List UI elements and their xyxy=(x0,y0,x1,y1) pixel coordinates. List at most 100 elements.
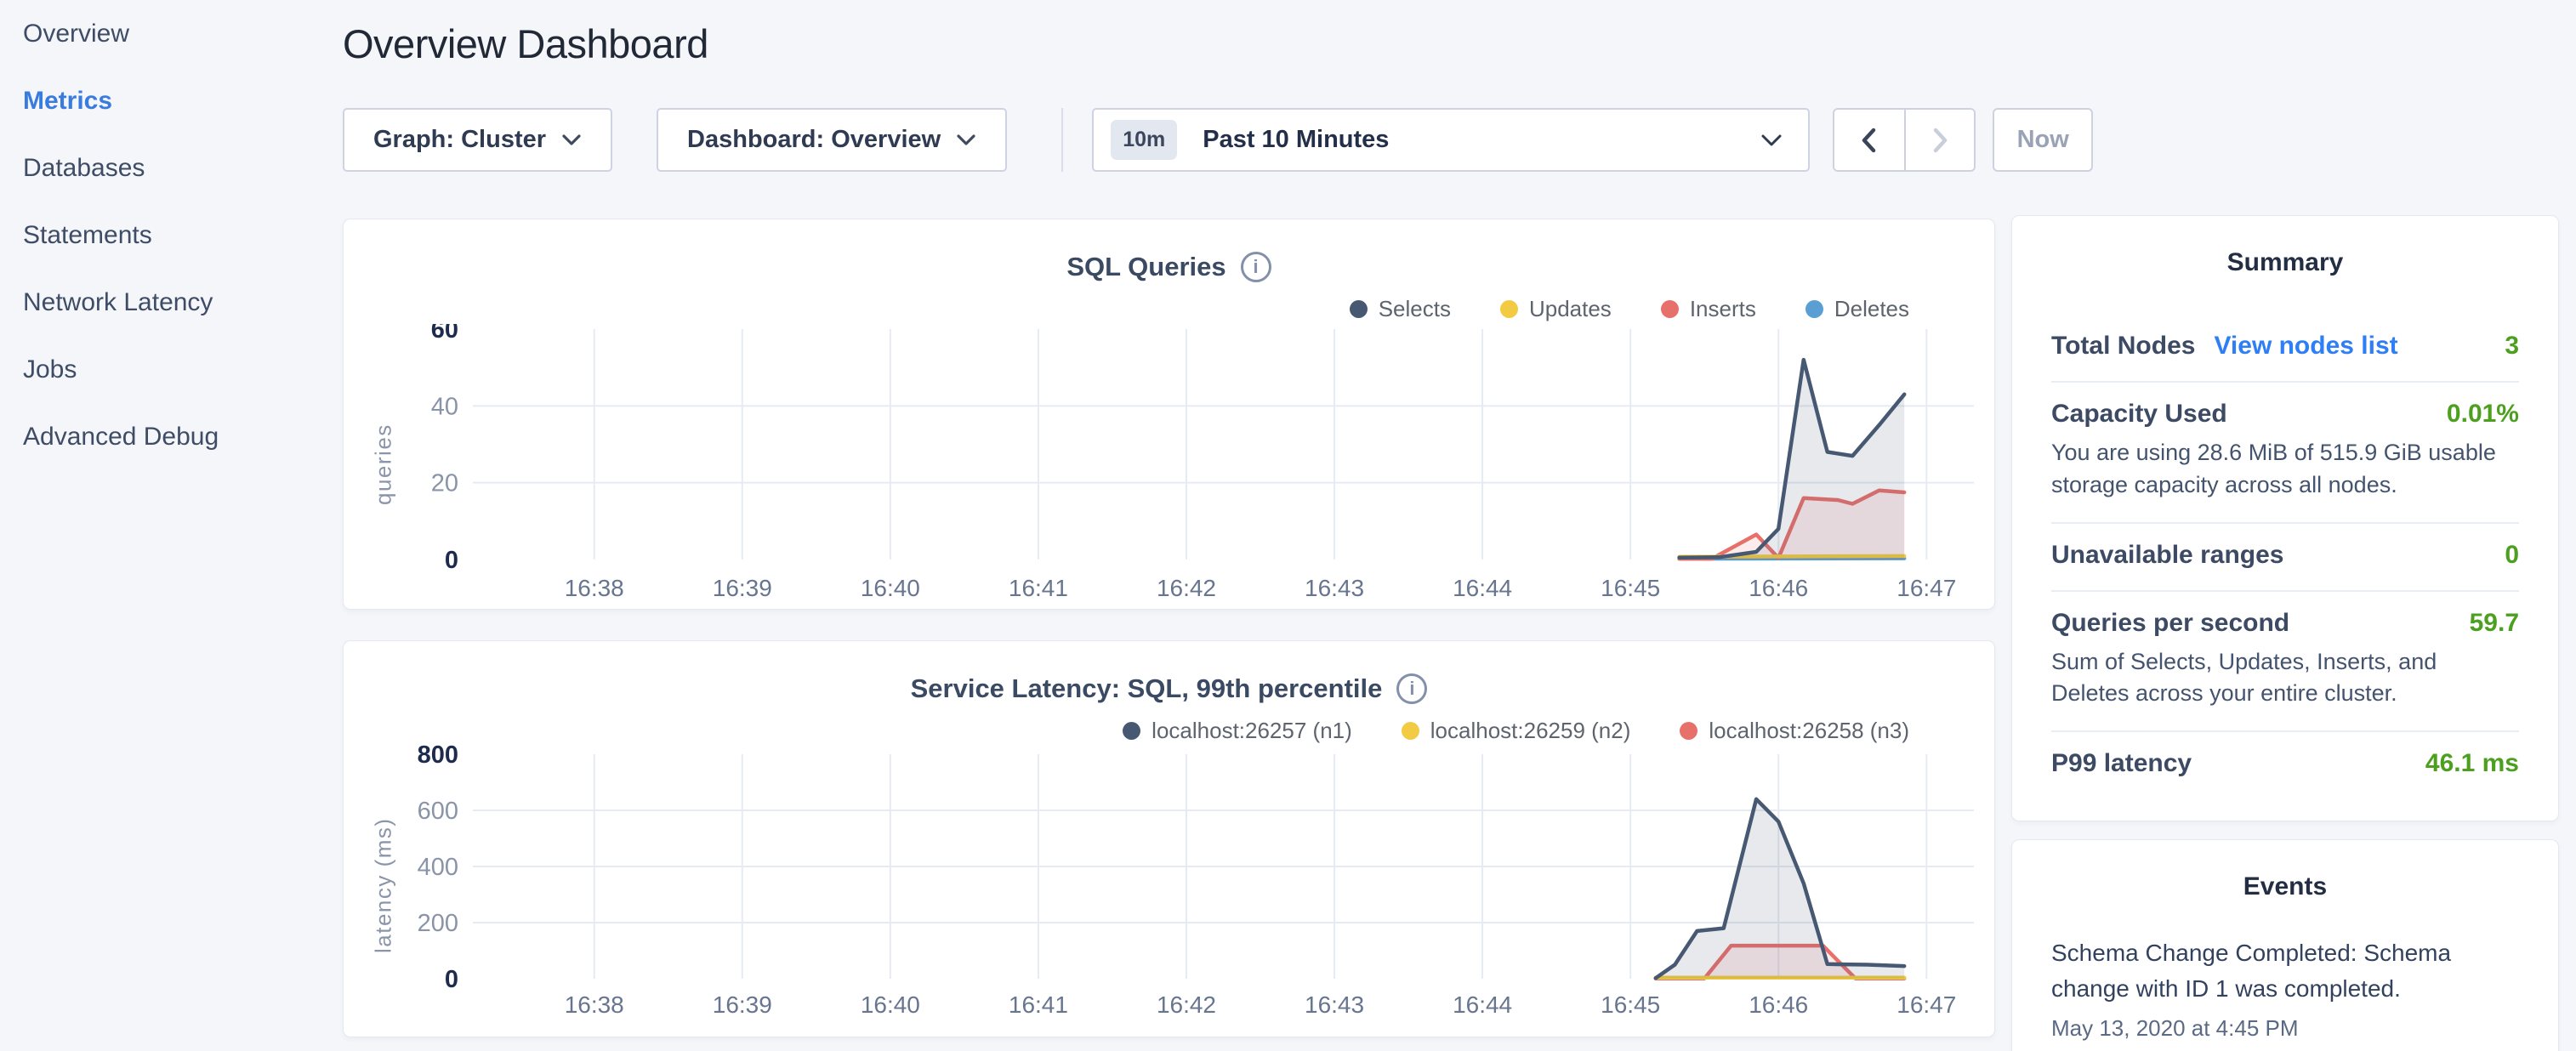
time-window-label: Past 10 Minutes xyxy=(1203,126,1389,154)
svg-text:40: 40 xyxy=(431,393,458,420)
svg-text:16:46: 16:46 xyxy=(1749,575,1808,601)
svg-text:16:38: 16:38 xyxy=(565,575,624,601)
svg-text:16:47: 16:47 xyxy=(1896,991,1956,1018)
svg-text:16:41: 16:41 xyxy=(1009,575,1068,601)
legend-item: Deletes xyxy=(1805,296,1909,322)
time-back-button[interactable] xyxy=(1834,110,1904,170)
summary-description: You are using 28.6 MiB of 515.9 GiB usab… xyxy=(2051,437,2519,502)
legend-label: Inserts xyxy=(1690,296,1756,322)
svg-text:16:40: 16:40 xyxy=(861,991,920,1018)
summary-title: Summary xyxy=(2012,248,2558,277)
svg-text:16:40: 16:40 xyxy=(861,575,920,601)
svg-text:20: 20 xyxy=(431,470,458,497)
legend-label: localhost:26258 (n3) xyxy=(1709,718,1909,744)
divider xyxy=(1061,108,1063,172)
chart-legend: Selects Updates Inserts Deletes xyxy=(1350,296,1909,322)
time-pager xyxy=(1833,108,1976,172)
svg-text:16:45: 16:45 xyxy=(1601,575,1660,601)
legend-item: Selects xyxy=(1350,296,1451,322)
svg-text:16:43: 16:43 xyxy=(1305,991,1364,1018)
summary-value: 3 xyxy=(2505,332,2519,361)
event-message: Schema Change Completed: Schema change w… xyxy=(2051,935,2519,1007)
svg-text:16:38: 16:38 xyxy=(565,991,624,1018)
sidebar-item-advanced-debug[interactable]: Advanced Debug xyxy=(23,403,340,470)
svg-text:0: 0 xyxy=(445,966,458,993)
time-forward-button[interactable] xyxy=(1904,110,1974,170)
info-icon[interactable]: i xyxy=(1241,252,1271,282)
sidebar: OverviewMetricsDatabasesStatementsNetwor… xyxy=(0,0,340,1051)
legend-label: Updates xyxy=(1529,296,1612,322)
svg-text:16:39: 16:39 xyxy=(713,991,772,1018)
legend-dot-icon xyxy=(1680,722,1697,740)
service-latency-chart-card: Service Latency: SQL, 99th percentile i … xyxy=(343,640,1995,1037)
legend-dot-icon xyxy=(1805,300,1823,318)
sidebar-item-jobs[interactable]: Jobs xyxy=(23,336,340,403)
time-window-badge: 10m xyxy=(1111,120,1177,160)
chevron-down-icon xyxy=(956,134,976,146)
summary-row: Queries per second59.7Sum of Selects, Up… xyxy=(2051,590,2519,731)
info-icon[interactable]: i xyxy=(1396,673,1427,704)
svg-text:16:47: 16:47 xyxy=(1896,575,1956,601)
legend-label: Selects xyxy=(1379,296,1451,322)
dashboard-dropdown-label: Dashboard: Overview xyxy=(687,126,941,154)
line-chart: 16:3816:3916:4016:4116:4216:4316:4416:45… xyxy=(358,324,1982,605)
controls-bar: Graph: Cluster Dashboard: Overview 10m P… xyxy=(343,108,2093,172)
legend-dot-icon xyxy=(1350,300,1368,318)
chevron-down-icon xyxy=(1760,134,1783,147)
event-timestamp: May 13, 2020 at 4:45 PM xyxy=(2051,1015,2519,1042)
graph-dropdown-label: Graph: Cluster xyxy=(373,126,546,154)
summary-row: P99 latency46.1 ms xyxy=(2051,730,2519,798)
summary-value: 59.7 xyxy=(2470,609,2519,638)
sidebar-item-network-latency[interactable]: Network Latency xyxy=(23,269,340,336)
dashboard-dropdown[interactable]: Dashboard: Overview xyxy=(657,108,1007,172)
sidebar-item-overview[interactable]: Overview xyxy=(23,0,340,67)
chart-title: SQL Queries xyxy=(1066,252,1225,282)
legend-dot-icon xyxy=(1402,722,1419,740)
svg-text:16:39: 16:39 xyxy=(713,575,772,601)
events-panel: Events Schema Change Completed: Schema c… xyxy=(2011,839,2559,1051)
sidebar-item-statements[interactable]: Statements xyxy=(23,202,340,269)
legend-label: Deletes xyxy=(1834,296,1909,322)
summary-label: Unavailable ranges xyxy=(2051,541,2283,570)
legend-dot-icon xyxy=(1500,300,1518,318)
legend-item: Inserts xyxy=(1661,296,1756,322)
summary-value: 0.01% xyxy=(2447,400,2519,429)
legend-item: localhost:26258 (n3) xyxy=(1680,718,1909,744)
events-title: Events xyxy=(2012,872,2558,901)
legend-item: Updates xyxy=(1500,296,1612,322)
svg-text:16:42: 16:42 xyxy=(1157,991,1216,1018)
svg-text:800: 800 xyxy=(418,745,458,769)
summary-row: Total Nodes View nodes list 3 xyxy=(2051,315,2519,381)
svg-text:16:42: 16:42 xyxy=(1157,575,1216,601)
svg-text:16:41: 16:41 xyxy=(1009,991,1068,1018)
summary-label: Queries per second xyxy=(2051,609,2289,638)
sidebar-item-metrics[interactable]: Metrics xyxy=(23,67,340,134)
summary-row: Capacity Used 0.01% You are using 28.6 MiB… xyxy=(2051,381,2519,522)
sidebar-item-databases[interactable]: Databases xyxy=(23,134,340,202)
view-nodes-link[interactable]: View nodes list xyxy=(2214,332,2397,361)
svg-text:200: 200 xyxy=(418,910,458,937)
summary-label: Capacity Used xyxy=(2051,400,2227,429)
svg-text:400: 400 xyxy=(418,854,458,881)
chart-legend: localhost:26257 (n1) localhost:26259 (n2)… xyxy=(1123,718,1909,744)
svg-text:16:46: 16:46 xyxy=(1749,991,1808,1018)
legend-item: localhost:26259 (n2) xyxy=(1402,718,1631,744)
line-chart: 16:3816:3916:4016:4116:4216:4316:4416:45… xyxy=(358,745,1982,1025)
svg-text:60: 60 xyxy=(431,324,458,344)
now-button[interactable]: Now xyxy=(1993,108,2093,172)
event-row: Schema Change Completed: Schema change w… xyxy=(2051,935,2519,1042)
chevron-down-icon xyxy=(561,134,582,146)
summary-value: 46.1 ms xyxy=(2425,749,2519,778)
legend-item: localhost:26257 (n1) xyxy=(1123,718,1352,744)
svg-text:16:44: 16:44 xyxy=(1453,575,1512,601)
time-window-dropdown[interactable]: 10m Past 10 Minutes xyxy=(1092,108,1810,172)
svg-text:600: 600 xyxy=(418,798,458,825)
summary-row: Unavailable ranges0 xyxy=(2051,522,2519,590)
graph-dropdown[interactable]: Graph: Cluster xyxy=(343,108,612,172)
legend-label: localhost:26259 (n2) xyxy=(1430,718,1631,744)
legend-label: localhost:26257 (n1) xyxy=(1152,718,1352,744)
summary-label: Total Nodes xyxy=(2051,332,2195,361)
chevron-left-icon xyxy=(1857,125,1882,156)
page-title: Overview Dashboard xyxy=(343,20,708,67)
legend-dot-icon xyxy=(1123,722,1140,740)
